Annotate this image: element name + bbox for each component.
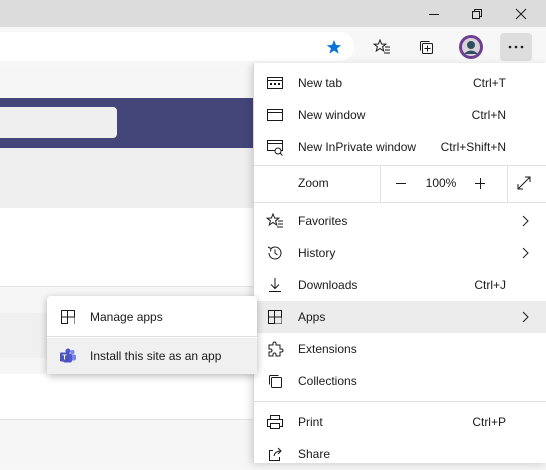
address-bar[interactable] <box>0 32 354 61</box>
shortcut-text: Ctrl+T <box>473 76 506 90</box>
menu-item-new-tab[interactable]: New tab Ctrl+T <box>254 67 546 99</box>
more-dots-icon <box>508 45 524 49</box>
shortcut-text: Ctrl+J <box>474 278 506 292</box>
collections-add-icon <box>420 41 433 54</box>
new-window-icon <box>266 106 284 124</box>
menu-item-share[interactable]: Share <box>254 438 546 470</box>
apps-submenu: Manage apps T Install this site as an ap… <box>47 296 257 374</box>
extensions-icon <box>266 340 284 358</box>
restore-icon <box>472 8 482 19</box>
avatar <box>459 35 483 59</box>
favorites-list-icon <box>373 38 390 54</box>
zoom-label: Zoom <box>298 176 329 190</box>
zoom-divider <box>507 165 508 202</box>
menu-item-downloads[interactable]: Downloads Ctrl+J <box>254 269 546 301</box>
page-search-box[interactable] <box>0 107 117 138</box>
menu-item-label: Share <box>298 447 331 461</box>
menu-item-label: New window <box>298 108 366 122</box>
plus-icon <box>475 178 485 189</box>
minus-icon <box>396 183 406 184</box>
page-panel <box>0 208 255 286</box>
favorite-star-button[interactable] <box>318 33 350 61</box>
collections-icon <box>266 372 284 390</box>
close-button[interactable] <box>500 0 542 27</box>
submenu-item-install-site[interactable]: T Install this site as an app <box>47 338 257 374</box>
page-divider <box>0 286 255 287</box>
zoom-out-button[interactable] <box>389 171 413 195</box>
page-band <box>0 148 255 208</box>
restore-button[interactable] <box>456 0 498 27</box>
settings-menu: New tab Ctrl+T New window Ctrl+N New InP… <box>253 63 546 463</box>
menu-item-label: New tab <box>298 76 343 90</box>
zoom-in-button[interactable] <box>468 171 492 195</box>
menu-item-collections[interactable]: Collections <box>254 365 546 397</box>
menu-item-label: Apps <box>298 310 326 324</box>
history-icon <box>266 244 284 262</box>
menu-item-print[interactable]: Print Ctrl+P <box>254 406 546 438</box>
menu-item-favorites[interactable]: Favorites <box>254 205 546 237</box>
menu-item-label: New InPrivate window <box>298 140 417 154</box>
apps-icon <box>266 308 284 326</box>
minimize-icon <box>429 13 439 15</box>
print-icon <box>266 413 284 431</box>
download-icon <box>266 276 284 294</box>
zoom-row: Zoom 100% <box>254 165 546 202</box>
submenu-separator <box>47 336 257 337</box>
star-icon <box>326 40 342 54</box>
menu-item-label: Collections <box>298 374 357 388</box>
svg-text:T: T <box>62 355 67 362</box>
menu-item-new-inprivate[interactable]: New InPrivate window Ctrl+Shift+N <box>254 131 546 163</box>
shortcut-text: Ctrl+N <box>471 108 506 122</box>
favorites-icon <box>266 212 284 230</box>
shortcut-text: Ctrl+Shift+N <box>440 140 506 154</box>
fullscreen-button[interactable] <box>512 171 536 195</box>
zoom-divider <box>380 165 381 202</box>
shortcut-text: Ctrl+P <box>472 415 506 429</box>
menu-item-new-window[interactable]: New window Ctrl+N <box>254 99 546 131</box>
menu-item-extensions[interactable]: Extensions <box>254 333 546 365</box>
menu-item-label: Downloads <box>298 278 358 292</box>
page-divider <box>0 419 255 420</box>
minimize-button[interactable] <box>413 0 455 27</box>
menu-item-apps[interactable]: Apps <box>254 301 546 333</box>
menu-item-label: Favorites <box>298 214 348 228</box>
settings-more-button[interactable] <box>500 33 532 61</box>
menu-item-label: Extensions <box>298 342 357 356</box>
menu-item-label: History <box>298 246 336 260</box>
share-icon <box>266 445 284 463</box>
chevron-right-icon <box>521 310 531 324</box>
page-panel <box>0 374 255 419</box>
chevron-right-icon <box>521 214 531 228</box>
collections-button[interactable] <box>410 33 442 61</box>
menu-separator <box>254 401 546 402</box>
new-tab-icon <box>266 74 284 92</box>
submenu-item-label: Install this site as an app <box>90 349 222 363</box>
teams-icon: T <box>59 347 77 365</box>
zoom-level: 100% <box>425 176 457 190</box>
inprivate-icon <box>266 138 284 156</box>
submenu-item-manage-apps[interactable]: Manage apps <box>47 298 257 335</box>
chevron-right-icon <box>521 246 531 260</box>
fullscreen-icon <box>517 176 531 190</box>
menu-item-history[interactable]: History <box>254 237 546 269</box>
menu-separator <box>254 202 546 203</box>
submenu-item-label: Manage apps <box>90 309 163 324</box>
close-icon <box>515 8 527 19</box>
favorites-button[interactable] <box>366 33 398 61</box>
menu-item-label: Print <box>298 415 323 429</box>
apps-grid-icon <box>59 308 77 326</box>
profile-button[interactable] <box>455 33 487 61</box>
